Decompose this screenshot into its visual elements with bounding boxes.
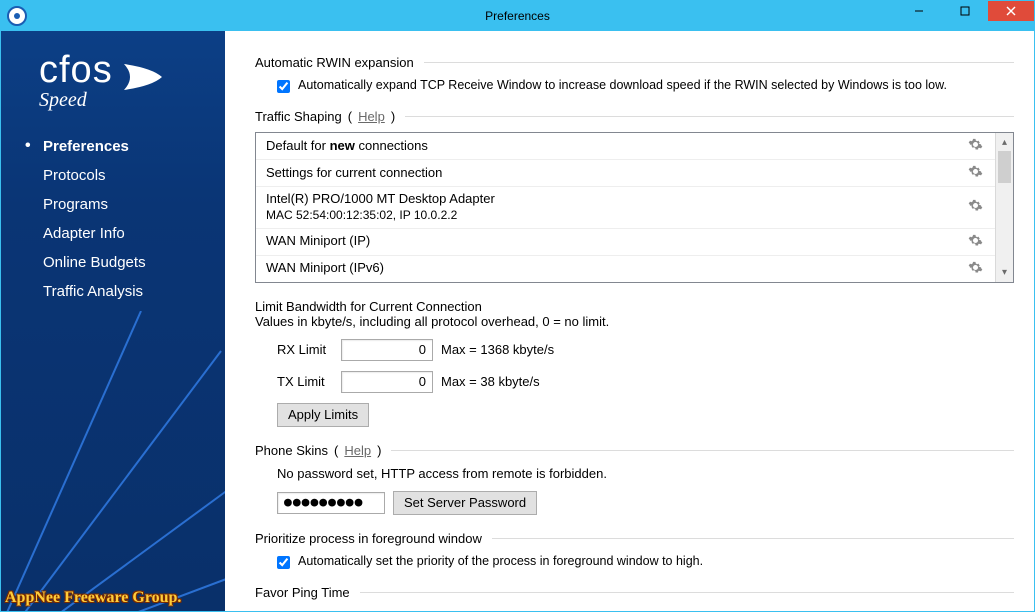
- tx-input[interactable]: [341, 371, 433, 393]
- traffic-row-label: Intel(R) PRO/1000 MT Desktop Adapter MAC…: [266, 191, 495, 224]
- title-bar: Preferences: [1, 1, 1034, 31]
- section-priority: Prioritize process in foreground window …: [255, 531, 1014, 569]
- section-rwin: Automatic RWIN expansion Automatically e…: [255, 55, 1014, 93]
- section-title-traffic: Traffic Shaping: [255, 109, 342, 124]
- rwin-checkbox-label: Automatically expand TCP Receive Window …: [298, 78, 947, 92]
- maximize-button[interactable]: [942, 1, 988, 21]
- traffic-row-label: Default for new connections: [266, 138, 428, 154]
- rwin-checkbox-row[interactable]: Automatically expand TCP Receive Window …: [255, 78, 1014, 93]
- rx-row: RX Limit Max = 1368 kbyte/s: [277, 339, 1014, 361]
- rx-input[interactable]: [341, 339, 433, 361]
- divider: [391, 450, 1014, 451]
- window-controls: [896, 1, 1034, 23]
- rwin-checkbox[interactable]: [277, 80, 290, 93]
- window-title: Preferences: [485, 9, 550, 23]
- bandwidth-title: Limit Bandwidth for Current Connection: [255, 299, 482, 314]
- rx-label: RX Limit: [277, 342, 333, 357]
- nav-item-protocols[interactable]: Protocols: [1, 161, 225, 190]
- gear-icon[interactable]: [968, 137, 983, 155]
- section-traffic-shaping: Traffic Shaping (Help) Default for new c…: [255, 109, 1014, 283]
- apply-limits-button[interactable]: Apply Limits: [277, 403, 369, 427]
- traffic-list-box: Default for new connections Settings for…: [255, 132, 1014, 283]
- logo: cfos Speed: [1, 31, 225, 126]
- logo-name: cfos: [39, 49, 113, 91]
- phone-help-link[interactable]: Help: [344, 443, 371, 458]
- app-icon: [5, 4, 29, 28]
- gear-icon[interactable]: [968, 198, 983, 216]
- nav-item-adapter-info[interactable]: Adapter Info: [1, 219, 225, 248]
- traffic-row-label: WAN Miniport (IPv6): [266, 260, 384, 276]
- watermark: AppNee Freeware Group.: [5, 589, 181, 607]
- scrollbar[interactable]: ▴ ▾: [995, 133, 1013, 282]
- section-bandwidth: Limit Bandwidth for Current Connection V…: [255, 299, 1014, 427]
- nav-item-online-budgets[interactable]: Online Budgets: [1, 248, 225, 277]
- section-favor-ping: Favor Ping Time: [255, 585, 1014, 600]
- divider: [360, 592, 1014, 593]
- set-password-button[interactable]: Set Server Password: [393, 491, 537, 515]
- traffic-row-label: Settings for current connection: [266, 165, 442, 181]
- traffic-row-default[interactable]: Default for new connections: [256, 133, 995, 160]
- gear-icon[interactable]: [968, 164, 983, 182]
- section-phone-skins: Phone Skins (Help) No password set, HTTP…: [255, 443, 1014, 515]
- nav-item-traffic-analysis[interactable]: Traffic Analysis: [1, 277, 225, 306]
- divider: [405, 116, 1014, 117]
- decorative-rays: [1, 311, 225, 611]
- traffic-row-current[interactable]: Settings for current connection: [256, 160, 995, 187]
- divider: [492, 538, 1014, 539]
- content-area: Automatic RWIN expansion Automatically e…: [225, 31, 1034, 611]
- scroll-down-icon[interactable]: ▾: [996, 264, 1013, 282]
- bandwidth-desc: Values in kbyte/s, including all protoco…: [255, 314, 609, 329]
- logo-arrow-icon: [122, 62, 166, 95]
- traffic-help-link[interactable]: Help: [358, 109, 385, 124]
- traffic-row-wan-ipv6[interactable]: WAN Miniport (IPv6): [256, 256, 995, 282]
- gear-icon[interactable]: [968, 233, 983, 251]
- traffic-row-label: WAN Miniport (IP): [266, 233, 370, 249]
- divider: [424, 62, 1014, 63]
- priority-checkbox-label: Automatically set the priority of the pr…: [298, 554, 703, 568]
- scroll-up-icon[interactable]: ▴: [996, 133, 1013, 151]
- phone-desc: No password set, HTTP access from remote…: [277, 466, 1014, 481]
- section-title-rwin: Automatic RWIN expansion: [255, 55, 414, 70]
- tx-row: TX Limit Max = 38 kbyte/s: [277, 371, 1014, 393]
- traffic-row-wan-ip[interactable]: WAN Miniport (IP): [256, 229, 995, 256]
- server-password-input[interactable]: [277, 492, 385, 514]
- scroll-thumb[interactable]: [998, 151, 1011, 183]
- priority-checkbox-row[interactable]: Automatically set the priority of the pr…: [255, 554, 1014, 569]
- priority-checkbox[interactable]: [277, 556, 290, 569]
- sidebar: cfos Speed Preferences Protocols Program…: [1, 31, 225, 611]
- nav-item-preferences[interactable]: Preferences: [1, 132, 225, 161]
- rx-max: Max = 1368 kbyte/s: [441, 342, 554, 357]
- tx-label: TX Limit: [277, 374, 333, 389]
- section-title-favor-ping: Favor Ping Time: [255, 585, 350, 600]
- gear-icon[interactable]: [968, 260, 983, 278]
- traffic-row-intel[interactable]: Intel(R) PRO/1000 MT Desktop Adapter MAC…: [256, 187, 995, 229]
- tx-max: Max = 38 kbyte/s: [441, 374, 540, 389]
- section-title-priority: Prioritize process in foreground window: [255, 531, 482, 546]
- nav-list: Preferences Protocols Programs Adapter I…: [1, 126, 225, 306]
- section-title-phone: Phone Skins: [255, 443, 328, 458]
- minimize-button[interactable]: [896, 1, 942, 21]
- close-button[interactable]: [988, 1, 1034, 21]
- nav-item-programs[interactable]: Programs: [1, 190, 225, 219]
